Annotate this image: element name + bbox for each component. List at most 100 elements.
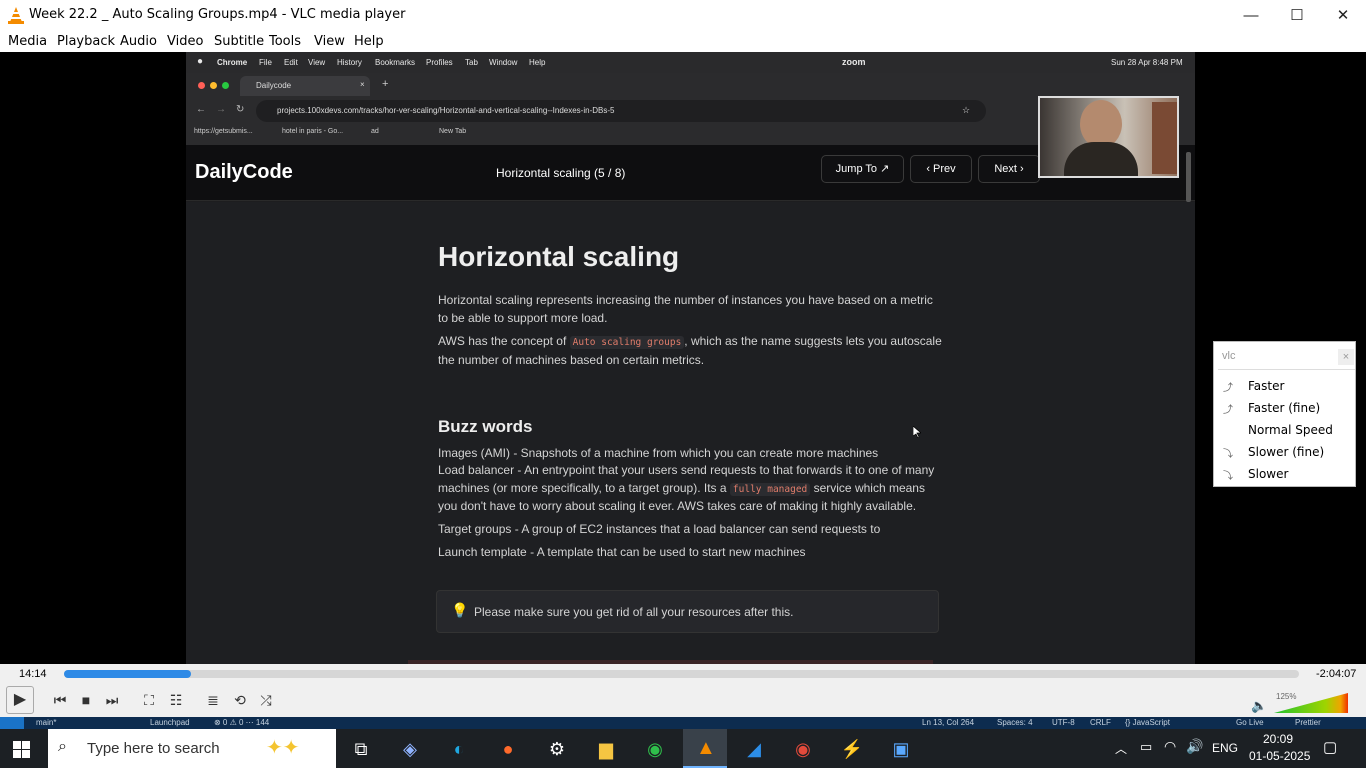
mac-menu-bar: ● Chrome File Edit View History Bookmark… <box>186 52 1195 73</box>
background-status-strip: main* Launchpad ⊗ 0 ⚠ 0 ⋯ 144 Ln 13, Col… <box>0 717 1366 729</box>
postman-icon[interactable]: ● <box>495 736 521 762</box>
address-bar: projects.100xdevs.com/tracks/hor-ver-sca… <box>256 100 986 122</box>
lightbulb-icon: 💡 <box>451 602 469 618</box>
copilot-icon[interactable]: ◈ <box>397 736 423 762</box>
mac-clock: Sun 28 Apr 8:48 PM <box>1111 58 1183 67</box>
language-indicator[interactable]: ENG <box>1212 741 1238 755</box>
task-view-icon[interactable]: ⧉ <box>348 736 374 762</box>
remaining-time: -2:04:07 <box>1316 668 1357 680</box>
file-explorer-icon[interactable]: ▆ <box>593 736 619 762</box>
problems-count: ⊗ 0 ⚠ 0 ⋯ 144 <box>214 718 270 727</box>
mouse-cursor-icon <box>913 426 921 438</box>
chrome-icon[interactable]: ◉ <box>642 736 668 762</box>
notification-icon[interactable]: ▢ <box>1323 738 1337 756</box>
menu-view[interactable]: View <box>314 34 345 49</box>
play-button[interactable]: ▶ <box>6 686 34 714</box>
remote-desktop-icon[interactable]: ▣ <box>888 736 914 762</box>
mac-menu-file: File <box>259 58 272 67</box>
bookmark-1: https://getsubmis... <box>194 128 253 135</box>
battery-icon[interactable]: ▭ <box>1140 739 1152 755</box>
new-tab-icon: + <box>382 78 389 90</box>
callout-box: 💡 Please make sure you get rid of all yo… <box>436 590 939 633</box>
edge-icon[interactable]: ◐ <box>446 736 472 762</box>
line-endings: CRLF <box>1090 718 1111 727</box>
speed-normal[interactable]: Normal Speed <box>1248 423 1333 437</box>
windows-start-icon[interactable] <box>13 741 31 759</box>
back-icon: ← <box>196 104 206 115</box>
apple-icon: ● <box>197 56 204 67</box>
speed-faster[interactable]: Faster <box>1248 379 1284 393</box>
bookmark-star-icon: ☆ <box>962 105 971 115</box>
fullscreen-button[interactable]: ⛶ <box>137 688 161 712</box>
tab-title: Dailycode <box>256 81 292 90</box>
video-area[interactable]: ● Chrome File Edit View History Bookmark… <box>0 52 1366 664</box>
vscode-icon[interactable]: ◢ <box>741 736 767 762</box>
menu-audio[interactable]: Audio <box>120 34 157 49</box>
faster-icon: ⤴ <box>1223 383 1233 394</box>
menu-subtitle[interactable]: Subtitle <box>214 34 264 49</box>
vlc-taskbar-button[interactable]: ▲ <box>683 729 727 768</box>
vlc-cone-icon <box>8 7 24 24</box>
mac-menu-view: View <box>308 58 326 67</box>
speed-slower[interactable]: Slower <box>1248 467 1288 481</box>
mac-zoom-dot <box>222 82 229 89</box>
taskbar-search-box[interactable]: ⌕ Type here to search ✦✦ <box>48 729 336 768</box>
minimize-button[interactable]: — <box>1228 0 1274 31</box>
speed-faster-fine[interactable]: Faster (fine) <box>1248 401 1320 415</box>
menu-video[interactable]: Video <box>167 34 203 49</box>
prettier: Prettier <box>1295 718 1321 727</box>
screen-recording: ● Chrome File Edit View History Bookmark… <box>186 52 1195 664</box>
extended-settings-button[interactable]: ☷ <box>164 688 188 712</box>
tab-close-icon: × <box>360 80 365 89</box>
jump-to-button: Jump To ↗ <box>821 155 904 183</box>
volume-tray-icon[interactable]: 🔊 <box>1186 738 1203 755</box>
menu-tools[interactable]: Tools <box>269 34 301 49</box>
network-tool-icon[interactable]: ⚡ <box>839 736 865 762</box>
next-label: Next <box>994 163 1017 175</box>
volume-slider[interactable] <box>1274 693 1348 713</box>
next-button[interactable]: ⏭ <box>100 688 124 712</box>
git-branch: main* <box>36 718 57 727</box>
shuffle-button[interactable]: ⤮ <box>254 688 278 712</box>
callout-text: Please make sure you get rid of all your… <box>474 605 794 619</box>
search-placeholder: Type here to search <box>87 740 220 757</box>
prev-button: ‹ Prev <box>910 155 972 183</box>
chrome-profile-icon[interactable]: ◉ <box>790 736 816 762</box>
mac-close-dot <box>198 82 205 89</box>
menu-media[interactable]: Media <box>8 34 47 49</box>
clock-time[interactable]: 20:09 <box>1263 732 1293 746</box>
buzzword-images: Images (AMI) - Snapshots of a machine fr… <box>438 446 879 460</box>
chevron-up-icon[interactable]: ︿ <box>1115 740 1127 757</box>
bookmark-4: New Tab <box>439 128 467 135</box>
settings-gear-icon[interactable]: ⚙ <box>544 736 570 762</box>
site-logo: DailyCode <box>195 161 293 183</box>
loop-button[interactable]: ⟲ <box>228 688 252 712</box>
playlist-button[interactable]: ≣ <box>201 688 225 712</box>
menu-playback[interactable]: Playback <box>57 34 115 49</box>
speaker-icon[interactable]: 🔈 <box>1251 698 1267 714</box>
seek-bar[interactable] <box>64 670 1299 678</box>
popup-search-field[interactable]: vlc × <box>1218 345 1355 370</box>
article-paragraph-1: Horizontal scaling represents increasing… <box>438 293 933 325</box>
encoding: UTF-8 <box>1052 718 1075 727</box>
search-highlight-icon: ✦✦ <box>266 737 300 759</box>
buzzword-load-balancer: Load balancer - An entrypoint that your … <box>438 463 935 513</box>
wifi-icon[interactable]: ◠ <box>1164 738 1176 755</box>
stop-button[interactable]: ■ <box>74 688 98 712</box>
vlc-menu-bar: Media Playback Audio Video Subtitle Tool… <box>0 31 1366 52</box>
close-button[interactable]: ✕ <box>1320 0 1366 31</box>
jump-to-label: Jump To <box>835 163 878 175</box>
menu-help[interactable]: Help <box>354 34 384 49</box>
popup-clear-icon[interactable]: × <box>1338 349 1354 365</box>
mac-menu-profiles: Profiles <box>426 58 453 67</box>
vlc-taskbar-icon: ▲ <box>696 737 716 759</box>
next-button: Next › <box>978 155 1040 183</box>
clock-date[interactable]: 01-05-2025 <box>1249 749 1310 763</box>
webcam-overlay <box>1038 96 1179 178</box>
indentation: Spaces: 4 <box>997 718 1033 727</box>
previous-button[interactable]: ⏮ <box>48 688 72 712</box>
speed-slower-fine[interactable]: Slower (fine) <box>1248 445 1324 459</box>
maximize-button[interactable]: ☐ <box>1274 0 1320 31</box>
bookmark-3: ad <box>371 128 379 135</box>
vlc-controls: 14:14 -2:04:07 ▶ ⏮ ■ ⏭ ⛶ ☷ ≣ ⟲ ⤮ 🔈 125% <box>0 664 1366 717</box>
